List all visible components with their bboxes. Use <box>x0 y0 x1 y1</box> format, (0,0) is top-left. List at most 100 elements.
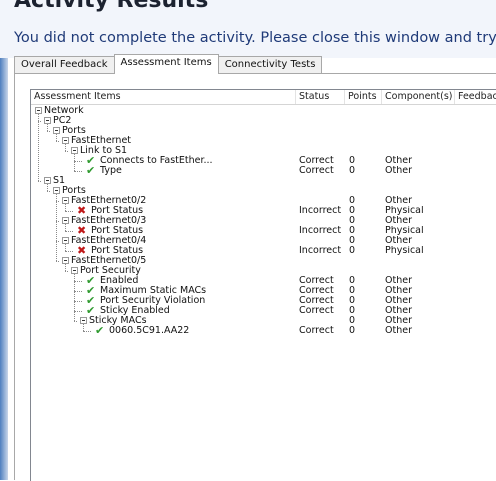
tree-connector <box>65 271 68 272</box>
tree-row[interactable]: Network <box>31 106 496 116</box>
component-cell: Physical <box>385 246 424 256</box>
tree-row[interactable]: PC2 <box>31 116 496 126</box>
collapse-toggle-icon[interactable] <box>44 117 51 124</box>
tree-connector <box>74 311 82 312</box>
collapse-toggle-icon[interactable] <box>71 267 78 274</box>
collapse-toggle-icon[interactable] <box>62 217 69 224</box>
tree-row[interactable]: S1 <box>31 176 496 186</box>
collapse-toggle-icon[interactable] <box>35 107 42 114</box>
tree-guide-line <box>65 144 66 151</box>
collapse-toggle-icon[interactable] <box>53 187 60 194</box>
tree-connector <box>65 251 73 252</box>
column-header-status[interactable]: Status <box>296 90 345 104</box>
collapse-toggle-icon[interactable] <box>62 257 69 264</box>
tree-row[interactable]: ✔ 0060.5C91.AA22 Correct 0 Other <box>31 324 496 337</box>
tree-connector <box>83 331 91 332</box>
points-cell: 0 <box>349 236 356 246</box>
component-cell: Other <box>385 216 412 226</box>
points-cell: 0 <box>349 306 356 316</box>
tree-connector <box>38 181 41 182</box>
tree-connector <box>74 171 82 172</box>
result-message: You did not complete the activity. Pleas… <box>14 30 496 46</box>
tree-connector <box>74 161 82 162</box>
column-header-feedback[interactable]: Feedback <box>455 90 496 104</box>
column-header-assessment-items[interactable]: Assessment Items <box>31 90 296 104</box>
component-cell: Physical <box>385 206 424 216</box>
points-cell: 0 <box>349 226 356 236</box>
tree-connector <box>74 281 82 282</box>
tree-connector <box>74 301 82 302</box>
tree-guide-line <box>65 264 66 271</box>
tree-guide-line <box>38 114 39 181</box>
tree-connector <box>74 291 82 292</box>
component-cell: Other <box>385 276 412 286</box>
tree-guide-line <box>56 134 57 141</box>
tree-connector <box>56 141 59 142</box>
assessment-tree[interactable]: Assessment Items Status Points Component… <box>30 89 496 481</box>
collapse-toggle-icon[interactable] <box>44 177 51 184</box>
page-title: Activity Results <box>14 0 209 13</box>
component-cell: Other <box>385 306 412 316</box>
status-cell: Incorrect <box>299 226 342 236</box>
component-cell: Other <box>385 166 412 176</box>
tree-guide-line <box>47 184 48 191</box>
tree-item-label: 0060.5C91.AA22 <box>109 325 190 336</box>
tree-guide-line <box>65 244 66 251</box>
tab-overall-feedback[interactable]: Overall Feedback <box>14 56 115 74</box>
tree-guide-line <box>47 124 48 131</box>
tab-panel: Assessment Items Status Points Component… <box>14 73 496 481</box>
tree-guide-line <box>65 224 66 231</box>
points-cell: 0 <box>349 196 356 206</box>
tab-assessment-items[interactable]: Assessment Items <box>113 54 219 74</box>
points-cell: 0 <box>349 316 356 326</box>
tree-row[interactable]: ✔ Type Correct 0 Other <box>31 164 496 177</box>
status-cell: Incorrect <box>299 246 342 256</box>
status-cell: Incorrect <box>299 206 342 216</box>
tree-guide-line <box>74 274 75 321</box>
component-cell: Other <box>385 236 412 246</box>
component-cell: Other <box>385 286 412 296</box>
component-cell: Other <box>385 196 412 206</box>
tree-connector <box>65 151 68 152</box>
tree-connector <box>74 321 77 322</box>
tree-item-label: Type <box>100 165 122 176</box>
collapse-toggle-icon[interactable] <box>53 127 60 134</box>
check-icon: ✔ <box>95 324 105 337</box>
collapse-toggle-icon[interactable] <box>80 317 87 324</box>
points-cell: 0 <box>349 166 356 176</box>
tab-connectivity-tests[interactable]: Connectivity Tests <box>217 56 323 74</box>
status-cell: Correct <box>299 276 334 286</box>
tree-connector <box>47 131 50 132</box>
points-cell: 0 <box>349 206 356 216</box>
tree-connector <box>56 261 59 262</box>
collapse-toggle-icon[interactable] <box>62 237 69 244</box>
collapse-toggle-icon[interactable] <box>62 197 69 204</box>
status-cell: Correct <box>299 296 334 306</box>
points-cell: 0 <box>349 246 356 256</box>
tree-guide-line <box>65 204 66 211</box>
column-header-row: Assessment Items Status Points Component… <box>31 90 496 105</box>
points-cell: 0 <box>349 276 356 286</box>
collapse-toggle-icon[interactable] <box>71 147 78 154</box>
tree-connector <box>65 231 73 232</box>
points-cell: 0 <box>349 296 356 306</box>
column-header-points[interactable]: Points <box>345 90 382 104</box>
component-cell: Other <box>385 316 412 326</box>
tab-bar: Overall Feedback Assessment Items Connec… <box>14 54 323 74</box>
component-cell: Physical <box>385 226 424 236</box>
status-cell: Correct <box>299 326 334 336</box>
collapse-toggle-icon[interactable] <box>62 137 69 144</box>
status-cell: Correct <box>299 306 334 316</box>
component-cell: Other <box>385 156 412 166</box>
component-cell: Other <box>385 296 412 306</box>
tree-guide-line <box>74 154 75 171</box>
status-cell: Correct <box>299 286 334 296</box>
tree-connector <box>65 211 73 212</box>
component-cell: Other <box>385 326 412 336</box>
tree-guide-line <box>56 194 57 261</box>
column-header-components[interactable]: Component(s) <box>382 90 455 104</box>
status-cell: Correct <box>299 156 334 166</box>
check-icon: ✔ <box>86 164 96 177</box>
points-cell: 0 <box>349 326 356 336</box>
status-cell: Correct <box>299 166 334 176</box>
